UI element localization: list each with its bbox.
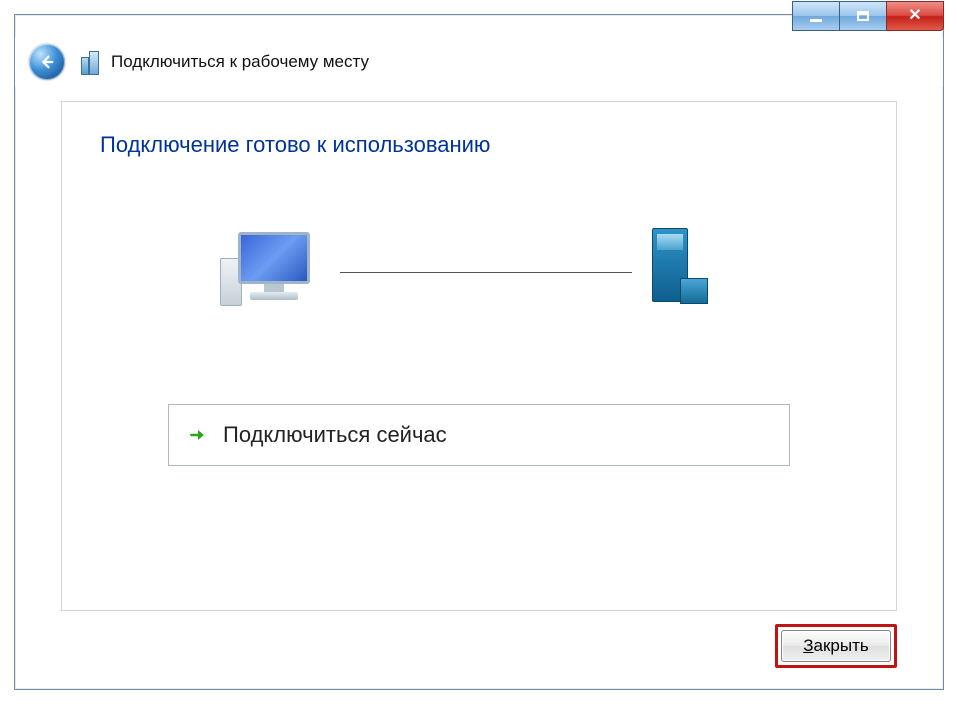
wizard-footer: Закрыть [61, 621, 897, 671]
close-icon: ✕ [908, 8, 921, 24]
minimize-icon [810, 19, 822, 22]
server-icon [646, 228, 716, 314]
wizard-header: Подключиться к рабочему месту [15, 37, 943, 87]
close-button-label: Закрыть [803, 636, 869, 656]
wizard-content: Подключение готово к использованию [61, 101, 897, 611]
client-computer-icon [232, 232, 322, 312]
connection-icon [79, 49, 101, 75]
window-close-button[interactable]: ✕ [886, 1, 944, 31]
window-title: Подключиться к рабочему месту [111, 52, 369, 72]
maximize-button[interactable] [839, 1, 887, 31]
connect-now-label: Подключиться сейчас [223, 422, 447, 448]
close-button[interactable]: Закрыть [781, 630, 891, 662]
maximize-icon [857, 11, 869, 21]
close-button-highlight: Закрыть [775, 624, 897, 668]
connect-now-link[interactable]: Подключиться сейчас [168, 404, 790, 466]
back-icon [38, 53, 56, 71]
page-heading: Подключение готово к использованию [100, 132, 490, 158]
connection-line [340, 272, 632, 273]
minimize-button[interactable] [792, 1, 840, 31]
go-arrow-icon [187, 424, 209, 446]
back-button[interactable] [29, 44, 65, 80]
window-caption-buttons: ✕ [793, 1, 944, 31]
wizard-window: ✕ Подключиться к рабочему месту Подключе… [14, 14, 944, 690]
connection-diagram [62, 222, 896, 332]
